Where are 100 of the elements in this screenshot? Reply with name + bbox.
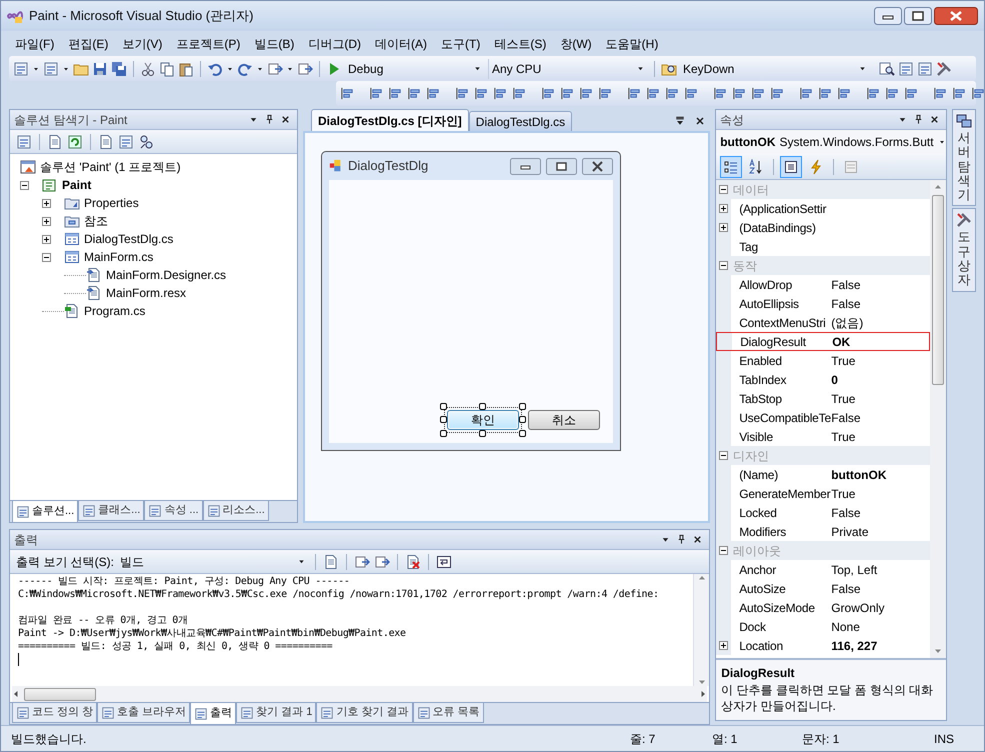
refresh-icon[interactable]: [67, 134, 83, 150]
property-name[interactable]: Location: [731, 636, 830, 654]
platform-dropdown[interactable]: Any CPU: [488, 58, 648, 78]
collapse-icon[interactable]: [719, 185, 728, 194]
property-name[interactable]: UseCompatibleTe: [731, 408, 830, 426]
property-value[interactable]: Private: [829, 522, 869, 540]
side-tab[interactable]: 서버 탐색기: [952, 109, 976, 206]
property-name[interactable]: Anchor: [731, 560, 830, 578]
view-code-icon[interactable]: [98, 134, 114, 150]
side-tab[interactable]: 도구 상자: [952, 208, 976, 292]
scrollbar-thumb[interactable]: [24, 688, 96, 700]
property-value[interactable]: False: [829, 504, 861, 522]
horizontal-scrollbar[interactable]: [12, 686, 708, 702]
property-name[interactable]: (DataBindings): [731, 218, 830, 236]
layout-tool-icon[interactable]: [560, 86, 575, 101]
close-icon[interactable]: [929, 114, 940, 125]
layout-tool-icon[interactable]: [474, 86, 489, 101]
vertical-scrollbar[interactable]: [693, 574, 710, 686]
expand-icon[interactable]: [42, 198, 51, 208]
menu-item[interactable]: 도움말(H): [606, 34, 658, 52]
layout-tool-icon[interactable]: [388, 86, 403, 101]
layout-tool-icon[interactable]: [369, 86, 384, 101]
property-value[interactable]: False: [829, 276, 861, 294]
layout-tool-icon[interactable]: [426, 86, 441, 101]
tree-item[interactable]: MainForm.cs: [84, 248, 154, 266]
layout-tool-icon[interactable]: [933, 86, 948, 101]
scroll-down-icon[interactable]: [934, 647, 942, 655]
form-button[interactable]: 취소: [528, 410, 600, 430]
form-button[interactable]: 확인: [447, 410, 519, 430]
tree-item[interactable]: 참조: [84, 212, 108, 230]
menu-item[interactable]: 편집(E): [68, 34, 108, 52]
class-diagram-icon[interactable]: [138, 134, 154, 150]
menu-item[interactable]: 테스트(S): [494, 34, 546, 52]
expand-icon[interactable]: [719, 223, 728, 232]
property-name[interactable]: Enabled: [731, 352, 830, 370]
layout-tool-icon[interactable]: [799, 86, 814, 101]
tree-item[interactable]: 솔루션 'Paint' (1 프로젝트): [40, 158, 181, 176]
layout-tool-icon[interactable]: [646, 86, 661, 101]
collapse-icon[interactable]: [20, 180, 29, 190]
object-selector[interactable]: buttonOK System.Windows.Forms.Butt: [716, 130, 946, 154]
property-value[interactable]: None: [829, 618, 860, 636]
menu-item[interactable]: 파일(F): [15, 34, 54, 52]
menu-item[interactable]: 데이터(A): [375, 34, 427, 52]
expand-icon[interactable]: [42, 234, 51, 244]
collapse-icon[interactable]: [42, 252, 51, 262]
layout-tool-icon[interactable]: [866, 86, 881, 101]
pin-icon[interactable]: [264, 114, 275, 125]
toolbar-toggle[interactable]: [780, 156, 802, 178]
layout-tool-icon[interactable]: [837, 86, 852, 101]
panel-tab[interactable]: 출력: [190, 703, 236, 725]
property-name[interactable]: (ApplicationSettir: [731, 200, 830, 218]
save-all-icon[interactable]: [111, 60, 127, 76]
property-value[interactable]: (없음): [829, 314, 864, 332]
property-name[interactable]: Dock: [731, 618, 830, 636]
next-message-icon[interactable]: [374, 554, 390, 570]
layout-tool-icon[interactable]: [407, 86, 422, 101]
property-value[interactable]: OK: [830, 332, 850, 350]
panel-tab[interactable]: 솔루션...: [12, 501, 78, 523]
resize-handle[interactable]: [479, 430, 486, 437]
previous-message-icon[interactable]: [354, 554, 370, 570]
go-to-line-icon[interactable]: [323, 554, 339, 570]
scroll-left-icon[interactable]: [12, 690, 20, 698]
menu-item[interactable]: 디버그(D): [308, 34, 361, 52]
property-value[interactable]: True: [829, 484, 856, 502]
layout-tool-icon[interactable]: [665, 86, 680, 101]
property-name[interactable]: ContextMenuStri: [731, 314, 830, 332]
find-icon[interactable]: [879, 60, 895, 76]
tree-item[interactable]: Paint: [62, 176, 92, 194]
show-all-files-icon[interactable]: [47, 134, 63, 150]
property-name[interactable]: DialogResult: [732, 332, 830, 350]
layout-tool-icon[interactable]: [713, 86, 728, 101]
layout-tool-icon[interactable]: [885, 86, 900, 101]
menu-item[interactable]: 프로젝트(P): [176, 34, 240, 52]
menu-item[interactable]: 도구(T): [441, 34, 480, 52]
expand-icon[interactable]: [719, 641, 728, 650]
property-name[interactable]: Locked: [731, 504, 830, 522]
layout-tool-icon[interactable]: [493, 86, 508, 101]
property-value[interactable]: buttonOK: [829, 466, 887, 484]
collapse-icon[interactable]: [719, 546, 728, 555]
property-name[interactable]: Tag: [731, 238, 830, 256]
document-tab[interactable]: DialogTestDlg.cs [디자인]: [311, 109, 469, 131]
property-name[interactable]: GenerateMember: [731, 484, 830, 502]
panel-tab[interactable]: 찾기 결과 1: [236, 703, 316, 723]
minimize-icon[interactable]: [874, 7, 902, 25]
scroll-right-icon[interactable]: [699, 690, 708, 698]
output-source-dropdown[interactable]: 빌드: [118, 552, 308, 571]
layout-tool-icon[interactable]: [598, 86, 613, 101]
pin-icon[interactable]: [676, 534, 688, 545]
toolbar-toggle[interactable]: [720, 156, 742, 178]
tree-item[interactable]: DialogTestDlg.cs: [84, 230, 174, 248]
save-icon[interactable]: [92, 60, 108, 76]
property-name[interactable]: Visible: [731, 428, 830, 446]
property-name[interactable]: AutoSizeMode: [731, 598, 830, 616]
menu-item[interactable]: 창(W): [560, 34, 592, 52]
layout-tool-icon[interactable]: [340, 86, 355, 101]
property-value[interactable]: GrowOnly: [829, 598, 885, 616]
layout-tool-icon[interactable]: [455, 86, 470, 101]
menu-item[interactable]: 보기(V): [122, 34, 162, 52]
tree-item[interactable]: MainForm.Designer.cs: [106, 266, 226, 284]
tree-item[interactable]: Properties: [84, 194, 139, 212]
